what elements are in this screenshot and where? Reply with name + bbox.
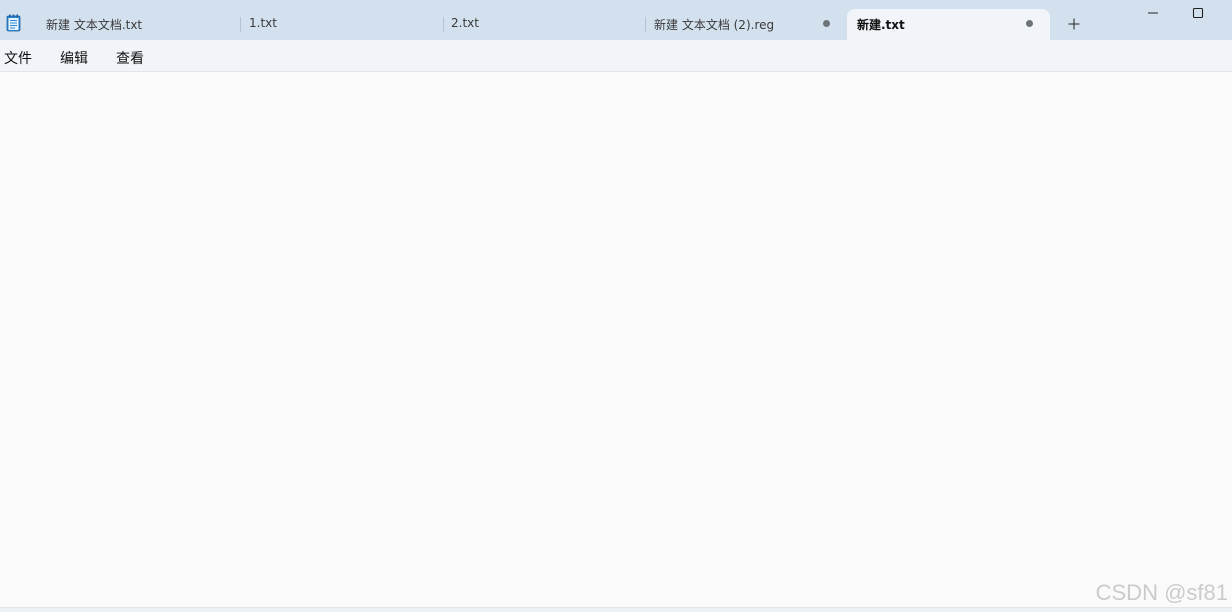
- tab-2-txt[interactable]: 2.txt: [451, 9, 641, 40]
- tab-new-txt[interactable]: 新建.txt: [847, 9, 1050, 40]
- menu-edit[interactable]: 编辑: [60, 48, 88, 68]
- menu-view[interactable]: 查看: [116, 48, 144, 68]
- unsaved-dot-icon[interactable]: [1026, 20, 1033, 27]
- notepad-window: 新建 文本文档.txt 1.txt 2.txt 新建 文本文档 (2).reg …: [0, 0, 1232, 612]
- tab-separator: [443, 17, 444, 32]
- notepad-icon: [6, 14, 21, 32]
- tab-new-text-document-2-reg[interactable]: 新建 文本文档 (2).reg: [654, 9, 840, 40]
- tab-label: 新建.txt: [857, 18, 905, 32]
- menu-bar: 文件 编辑 查看: [0, 40, 1232, 72]
- tab-new-text-document[interactable]: 新建 文本文档.txt: [46, 9, 236, 40]
- tab-label: 2.txt: [451, 16, 479, 30]
- tab-separator: [645, 17, 646, 32]
- tab-label: 新建 文本文档 (2).reg: [654, 18, 775, 32]
- watermark: CSDN @sf81: [1095, 580, 1228, 605]
- tab-bar: 新建 文本文档.txt 1.txt 2.txt 新建 文本文档 (2).reg …: [0, 0, 1232, 40]
- text-editor-area[interactable]: [0, 73, 1232, 607]
- maximize-icon[interactable]: [1187, 4, 1209, 22]
- unsaved-dot-icon[interactable]: [823, 20, 830, 27]
- tab-1-txt[interactable]: 1.txt: [249, 9, 439, 40]
- status-bar: [0, 607, 1232, 612]
- tab-separator: [240, 17, 241, 32]
- tab-label: 新建 文本文档.txt: [46, 18, 143, 32]
- menu-file[interactable]: 文件: [4, 48, 32, 68]
- plus-icon[interactable]: [1066, 16, 1082, 32]
- tab-label: 1.txt: [249, 16, 277, 30]
- minimize-icon[interactable]: [1142, 4, 1164, 22]
